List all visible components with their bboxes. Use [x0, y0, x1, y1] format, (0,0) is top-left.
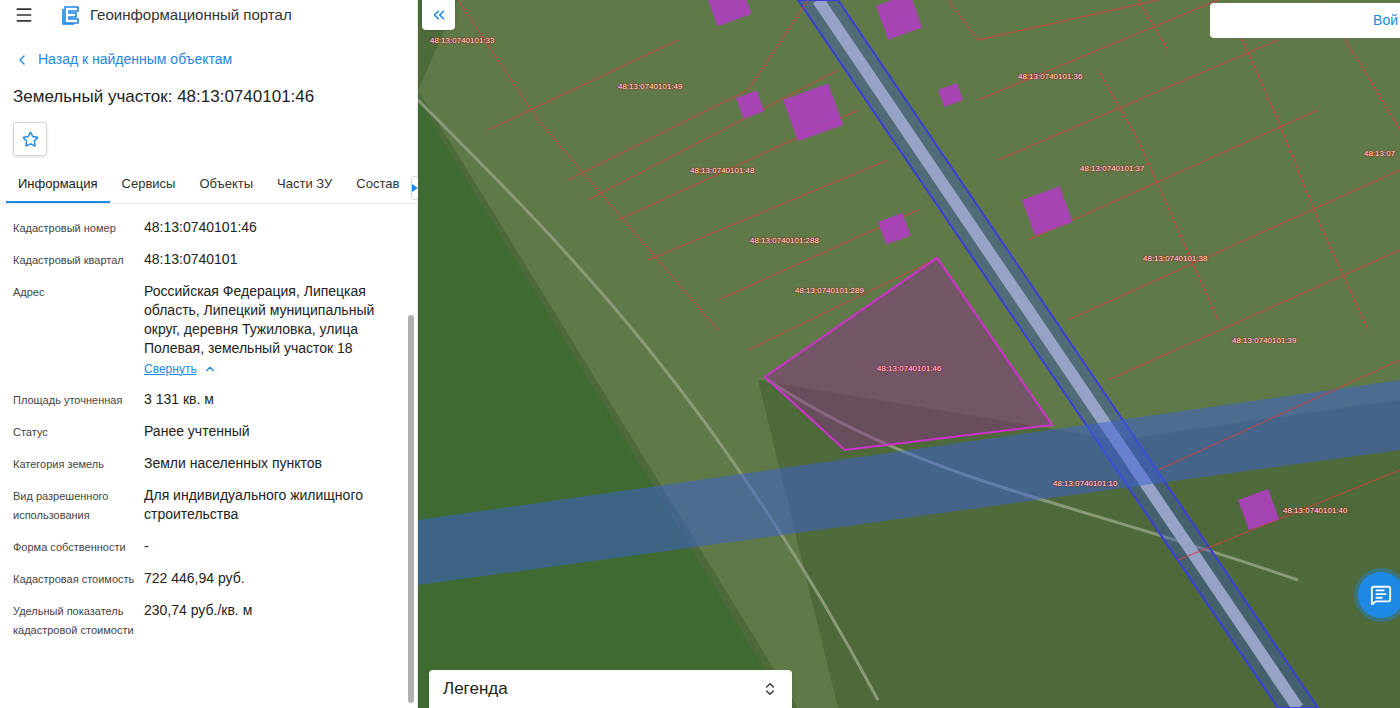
parcel-label[interactable]: 48:13:07 — [1364, 149, 1395, 159]
map-canvas[interactable] — [418, 0, 1400, 708]
triangle-right-icon — [412, 184, 418, 192]
tab[interactable]: Части ЗУ — [265, 172, 344, 203]
parcel-label[interactable]: 48:13:0740101:46 — [877, 364, 942, 374]
tab[interactable]: Сервисы — [110, 172, 188, 203]
favorite-button[interactable] — [13, 122, 47, 156]
field-row: Категория земельЗемли населенных пунктов — [13, 454, 393, 474]
portal-title: Геоинформационный портал — [90, 4, 292, 27]
field-label: Площадь уточненная — [13, 390, 144, 410]
field-value: - — [144, 537, 393, 556]
parcel-label[interactable]: 48:13:0740101:33 — [430, 36, 495, 46]
fields: Кадастровый номер48:13:0740101:46Кадастр… — [0, 204, 417, 640]
field-value: Российская Федерация, Липецкая область, … — [144, 282, 393, 358]
field-label: Кадастровый квартал — [13, 250, 144, 270]
field-label: Удельный показатель кадастровой стоимост… — [13, 601, 144, 640]
chevron-up-icon — [203, 362, 217, 376]
field-row: Кадастровая стоимость722 446,94 руб. — [13, 569, 393, 589]
scrollbar[interactable] — [408, 315, 414, 703]
field-value: Для индивидуального жилищного строительс… — [144, 486, 393, 524]
field-value: 722 446,94 руб. — [144, 569, 393, 588]
parcel-label[interactable]: 48:13:0740101:39 — [1232, 336, 1297, 346]
field-label: Статус — [13, 422, 144, 442]
chevrons-left-icon — [430, 6, 448, 24]
field-row: Кадастровый номер48:13:0740101:46 — [13, 218, 393, 238]
star-icon — [22, 131, 39, 148]
parcel-label[interactable]: 48:13:0740101:40 — [1283, 506, 1348, 516]
map[interactable]: 48:13:0740101:33 48:13:0740101:49 48:13:07… — [418, 0, 1400, 708]
selected-parcel[interactable] — [765, 258, 1052, 450]
field-value: 48:13:0740101:46 — [144, 218, 393, 237]
collapse-link[interactable]: Свернуть — [144, 360, 393, 378]
parcel-label[interactable]: 48:13:0740101:10 — [1053, 479, 1118, 489]
parcel-label[interactable]: 48:13:0740101:288 — [750, 236, 819, 246]
app: Геоинформационный портал Назад к найденны… — [0, 0, 1400, 708]
field-label: Форма собственности — [13, 537, 144, 557]
field-label: Кадастровая стоимость — [13, 569, 144, 589]
chevron-left-icon — [14, 52, 30, 68]
tab[interactable]: Объекты — [187, 172, 265, 203]
field-label: Категория земель — [13, 454, 144, 474]
field-value: 230,74 руб./кв. м — [144, 601, 393, 620]
parcel-label[interactable]: 48:13:0740101:36 — [1018, 72, 1083, 82]
collapse-panel-button[interactable] — [422, 0, 455, 30]
field-value: 48:13:0740101 — [144, 250, 393, 269]
header: Геоинформационный портал — [0, 0, 417, 26]
chat-icon — [1370, 584, 1392, 606]
field-value: Ранее учтенный — [144, 422, 393, 441]
object-title: Земельный участок: 48:13:0740101:46 — [0, 86, 417, 108]
parcel-label[interactable]: 48:13:0740101:289 — [795, 286, 864, 296]
back-link[interactable]: Назад к найденным объектам — [0, 49, 417, 70]
chat-button[interactable] — [1358, 572, 1400, 618]
parcel-label[interactable]: 48:13:0740101:49 — [618, 82, 683, 92]
field-label: Вид разрешенного использования — [13, 486, 144, 525]
chevrons-up-down-icon — [762, 681, 778, 697]
parcel-label[interactable]: 48:13:0740101:37 — [1080, 164, 1145, 174]
tab[interactable]: Информация — [6, 172, 110, 203]
field-row: СтатусРанее учтенный — [13, 422, 393, 442]
field-row: АдресРоссийская Федерация, Липецкая обла… — [13, 282, 393, 378]
login-button[interactable]: Вой — [1210, 3, 1400, 38]
parcel-label[interactable]: 48:13:0740101:38 — [1143, 254, 1208, 264]
logo-icon — [62, 5, 80, 25]
parcel-label[interactable]: 48:13:0740101:48 — [690, 166, 755, 176]
tab[interactable]: Состав — [344, 172, 411, 203]
field-value: 3 131 кв. м — [144, 390, 393, 409]
menu-icon[interactable] — [14, 5, 34, 25]
field-row: Форма собственности- — [13, 537, 393, 557]
legend[interactable]: Легенда — [429, 670, 792, 708]
field-label: Кадастровый номер — [13, 218, 144, 238]
field-row: Площадь уточненная3 131 кв. м — [13, 390, 393, 410]
field-row: Удельный показатель кадастровой стоимост… — [13, 601, 393, 640]
field-label: Адрес — [13, 282, 144, 378]
field-value: Земли населенных пунктов — [144, 454, 393, 473]
tabs: ИнформацияСервисыОбъектыЧасти ЗУСостав — [0, 172, 417, 204]
field-row: Вид разрешенного использованияДля индиви… — [13, 486, 393, 525]
field-row: Кадастровый квартал48:13:0740101 — [13, 250, 393, 270]
info-panel: Геоинформационный портал Назад к найденны… — [0, 0, 418, 708]
